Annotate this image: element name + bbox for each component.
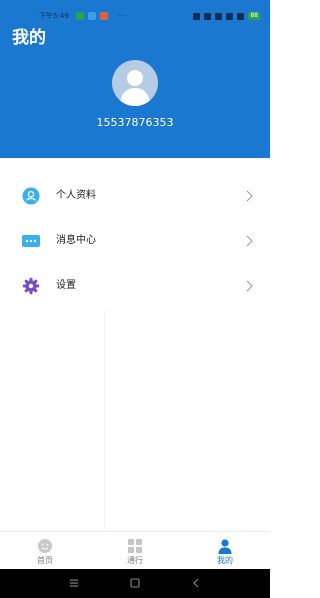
default-avatar-icon [120, 70, 150, 106]
chevron-right-icon [246, 280, 253, 292]
menu-item-label: 设置 [56, 280, 76, 291]
menu-item-messages[interactable]: 消息中心 [0, 218, 270, 263]
back-icon[interactable] [189, 576, 203, 590]
status-notification-icons: ··· [76, 12, 125, 20]
home-icon [38, 539, 52, 553]
settings-icon [22, 277, 40, 295]
home-square-icon[interactable] [128, 576, 142, 590]
message-icon [22, 235, 40, 247]
grid-icon [128, 539, 142, 553]
tab-label: 首页 [37, 556, 53, 565]
menu-item-profile[interactable]: 个人资料 [0, 173, 270, 218]
menu-item-label: 消息中心 [56, 235, 96, 246]
tab-pass[interactable]: 通行 [90, 532, 180, 570]
alarm-icon [204, 12, 212, 20]
profile-menu: 个人资料 消息中心 设置 [0, 173, 270, 308]
menu-icon[interactable] [67, 576, 81, 590]
chevron-right-icon [246, 235, 253, 247]
tab-home[interactable]: 首页 [0, 532, 90, 570]
battery-icon: 88 [248, 12, 260, 20]
tab-label: 我的 [217, 556, 233, 565]
chevron-right-icon [246, 190, 253, 202]
user-icon [218, 539, 232, 554]
avatar[interactable] [112, 60, 158, 106]
app-notification-icon [100, 12, 108, 20]
app-notification-icon [88, 12, 96, 20]
signal-icon [215, 12, 223, 20]
status-system-icons: 88 [193, 12, 260, 20]
signal-icon [226, 12, 234, 20]
status-bar: 下午5:49 ··· 88 [0, 10, 270, 22]
tab-mine[interactable]: 我的 [180, 532, 270, 570]
person-icon [22, 187, 40, 205]
system-navigation-bar [0, 569, 270, 598]
status-time: 下午5:49 [39, 12, 69, 20]
bluetooth-icon [193, 12, 201, 20]
profile-header: 下午5:49 ··· 88 我的 15537876353 [0, 0, 270, 158]
more-notifications-icon: ··· [118, 12, 125, 20]
divider [104, 310, 105, 530]
wifi-icon [237, 12, 245, 20]
tab-label: 通行 [127, 556, 143, 565]
wechat-notification-icon [76, 12, 84, 20]
menu-item-settings[interactable]: 设置 [0, 263, 270, 308]
page-title: 我的 [12, 28, 46, 48]
menu-item-label: 个人资料 [56, 190, 96, 201]
bottom-tab-bar: 首页 通行 我的 [0, 531, 270, 569]
user-phone-number: 15537876353 [96, 116, 174, 129]
